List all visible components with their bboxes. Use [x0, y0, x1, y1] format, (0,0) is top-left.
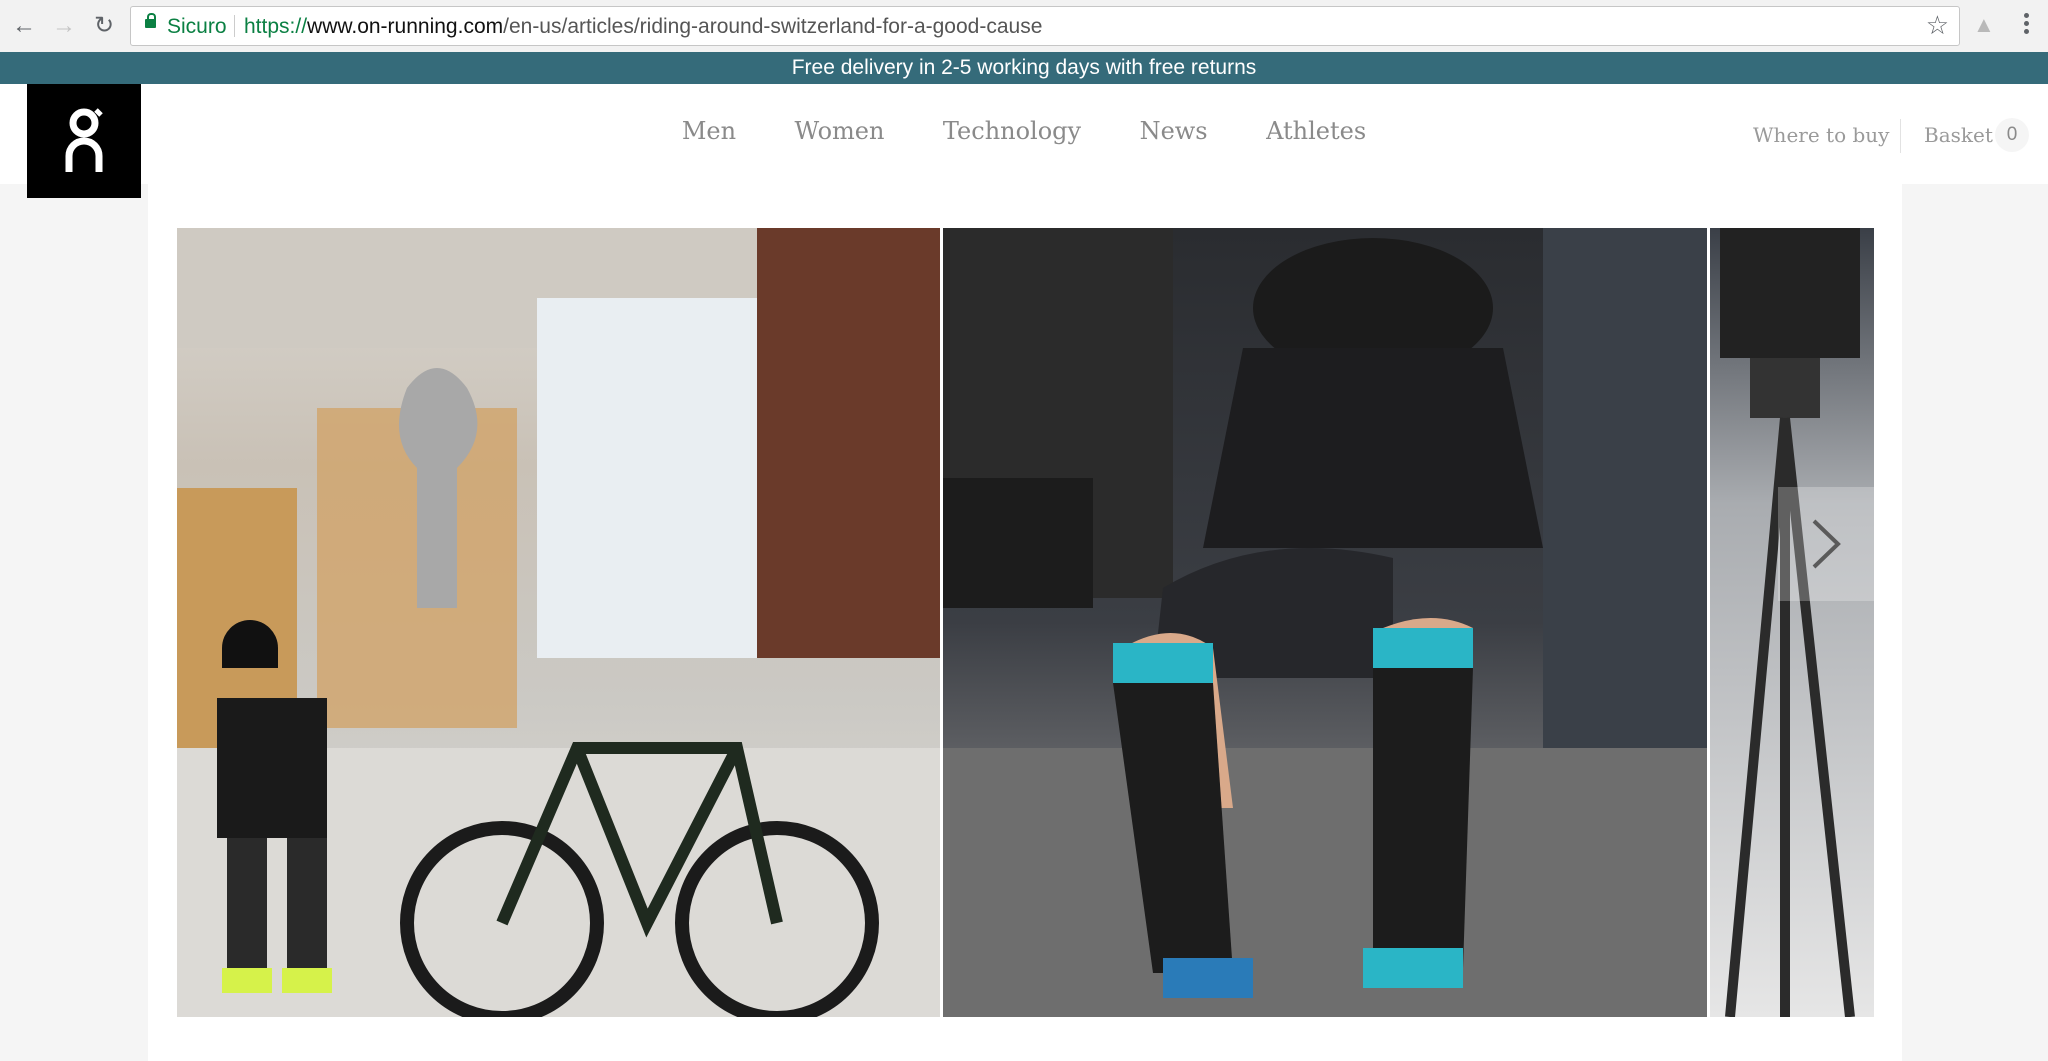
omnibox-divider	[234, 15, 235, 37]
gallery-next-button[interactable]	[1778, 487, 1874, 601]
photo-cyclist-bike-illustration	[177, 228, 940, 1017]
url-path: /en-us/articles/riding-around-switzerlan…	[503, 15, 1043, 38]
gallery-photo-camera-tripod	[1710, 228, 1874, 1017]
reload-icon[interactable]: ↻	[88, 10, 120, 42]
basket-link[interactable]: Basket	[1924, 123, 1993, 147]
secure-label: Sicuro	[167, 15, 227, 38]
address-bar[interactable]: Sicuro https://www.on-running.com/en-us/…	[130, 6, 1960, 46]
photo-tripod-illustration	[1720, 228, 1860, 1017]
main-navigation: Men Women Technology News Athletes	[0, 117, 2048, 145]
gallery-photo-cyclist-with-bike	[177, 228, 940, 1017]
back-arrow-icon[interactable]: ←	[8, 10, 40, 42]
lock-icon	[145, 13, 156, 28]
browser-toolbar: ← → ↻ Sicuro https://www.on-running.com/…	[0, 0, 2048, 53]
photo-compression-socks-illustration	[943, 228, 1707, 1017]
nav-technology[interactable]: Technology	[943, 117, 1081, 145]
gallery-photo-cyclist-socks	[943, 228, 1707, 1017]
header-divider	[1900, 119, 1901, 153]
chevron-right-icon	[1812, 519, 1841, 569]
promo-banner: Free delivery in 2-5 working days with f…	[0, 52, 2048, 84]
nav-news[interactable]: News	[1140, 117, 1208, 145]
forward-arrow-icon[interactable]: →	[48, 10, 80, 42]
basket-count-badge[interactable]: 0	[1995, 118, 2029, 152]
url-protocol: https://	[244, 15, 308, 38]
url-text[interactable]: https://www.on-running.com/en-us/article…	[244, 15, 1042, 39]
nav-women[interactable]: Women	[795, 117, 885, 145]
nav-men[interactable]: Men	[682, 117, 736, 145]
nav-athletes[interactable]: Athletes	[1266, 117, 1366, 145]
where-to-buy-link[interactable]: Where to buy	[1753, 123, 1889, 147]
drive-icon[interactable]: ▲	[1973, 12, 1999, 38]
bookmark-star-icon[interactable]: ☆	[1926, 10, 1949, 41]
kebab-menu-icon[interactable]	[2020, 10, 2032, 40]
url-host: www.on-running.com	[307, 15, 504, 38]
promo-text: Free delivery in 2-5 working days with f…	[791, 56, 1257, 79]
